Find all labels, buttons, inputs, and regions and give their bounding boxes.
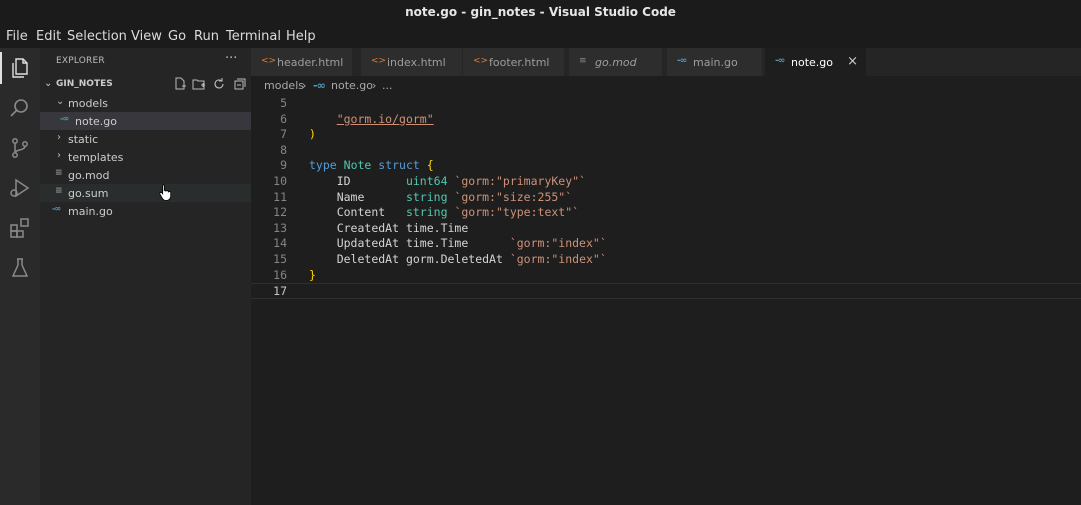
go-icon: -∞ bbox=[313, 79, 326, 92]
code-editor[interactable]: 5 6 "gorm.io/gorm" 7 ) 8 9 type Note str… bbox=[251, 96, 1081, 505]
chevron-down-icon: ⌄ bbox=[44, 78, 53, 89]
go-file-icon: -∞ bbox=[60, 114, 69, 123]
project-name: GIN_NOTES bbox=[56, 79, 113, 89]
explorer-header: EXPLORER bbox=[56, 56, 105, 66]
code-line: 11 Name string `gorm:"size:255"` bbox=[273, 189, 573, 204]
code-line: 5 bbox=[280, 96, 287, 110]
editor-tab-bar: <> header.html <> index.html <> footer.h… bbox=[251, 48, 1081, 76]
chevron-right-icon: › bbox=[57, 132, 61, 143]
mod-icon: ≡ bbox=[579, 56, 587, 66]
tree-folder-templates[interactable]: › templates bbox=[40, 148, 251, 166]
menu-view[interactable]: View bbox=[131, 29, 162, 44]
run-debug-icon[interactable] bbox=[8, 176, 32, 200]
chevron-right-icon: › bbox=[302, 79, 307, 92]
go-icon: -∞ bbox=[677, 56, 687, 66]
code-line: 10 ID uint64 `gorm:"primaryKey"` bbox=[273, 174, 586, 188]
breadcrumb-symbol[interactable]: ... bbox=[382, 79, 393, 92]
explorer-sidebar: EXPLORER ··· ⌄ GIN_NOTES ⌄ models -∞ not… bbox=[40, 48, 251, 505]
html-icon: <> bbox=[371, 56, 387, 66]
project-section-header[interactable]: ⌄ GIN_NOTES bbox=[40, 76, 251, 94]
chevron-down-icon: ⌄ bbox=[56, 96, 65, 107]
code-line: 6 "gorm.io/gorm" bbox=[280, 111, 434, 126]
explorer-icon[interactable] bbox=[0, 52, 32, 84]
tree-file-main-go[interactable]: -∞ main.go bbox=[40, 202, 251, 220]
title-bar: note.go - gin_notes - Visual Studio Code bbox=[0, 0, 1081, 26]
explorer-more-button[interactable]: ··· bbox=[225, 51, 237, 66]
tree-folder-static[interactable]: › static bbox=[40, 130, 251, 148]
tree-file-note-go[interactable]: -∞ note.go bbox=[40, 112, 251, 130]
menu-run[interactable]: Run bbox=[194, 29, 219, 44]
breadcrumb-folder[interactable]: models bbox=[264, 79, 304, 92]
search-icon[interactable] bbox=[8, 96, 32, 120]
html-icon: <> bbox=[261, 56, 277, 66]
sum-file-icon: ≡ bbox=[55, 186, 62, 196]
activity-bar bbox=[0, 48, 40, 505]
collapse-all-icon[interactable] bbox=[232, 77, 246, 91]
tab-index-html[interactable]: <> index.html bbox=[361, 48, 463, 76]
code-line: 15 DeletedAt gorm.DeletedAt `gorm:"index… bbox=[273, 252, 607, 266]
hand-cursor-icon bbox=[158, 183, 174, 201]
tab-go-mod[interactable]: ≡ go.mod bbox=[569, 48, 663, 76]
menu-bar: File Edit Selection View Go Run Terminal… bbox=[0, 26, 1081, 48]
code-line: 7 ) bbox=[280, 127, 316, 142]
code-line: 14 UpdatedAt time.Time `gorm:"index"` bbox=[273, 236, 607, 251]
code-line: 8 bbox=[280, 142, 287, 157]
code-line: 13 CreatedAt time.Time bbox=[273, 220, 469, 235]
menu-edit[interactable]: Edit bbox=[36, 29, 61, 44]
menu-file[interactable]: File bbox=[6, 29, 28, 44]
source-control-icon[interactable] bbox=[8, 136, 32, 160]
code-line: 9 type Note struct { bbox=[280, 158, 434, 173]
tree-folder-models[interactable]: ⌄ models bbox=[40, 94, 251, 112]
testing-flask-icon[interactable] bbox=[8, 256, 32, 280]
go-file-icon: -∞ bbox=[52, 204, 61, 213]
new-file-icon[interactable] bbox=[173, 77, 187, 91]
tree-file-go-mod[interactable]: ≡ go.mod bbox=[40, 166, 251, 184]
tab-footer-html[interactable]: <> footer.html bbox=[463, 48, 565, 76]
tab-note-go[interactable]: -∞ note.go × bbox=[765, 48, 867, 76]
tree-file-go-sum[interactable]: ≡ go.sum bbox=[40, 184, 251, 202]
mod-file-icon: ≡ bbox=[55, 168, 62, 178]
go-icon: -∞ bbox=[775, 56, 785, 66]
code-line: 16 } bbox=[273, 267, 316, 282]
html-icon: <> bbox=[473, 56, 489, 66]
close-icon[interactable]: × bbox=[847, 54, 858, 69]
breadcrumb-file[interactable]: note.go bbox=[331, 79, 373, 92]
menu-terminal[interactable]: Terminal bbox=[226, 29, 281, 44]
window-title: note.go - gin_notes - Visual Studio Code bbox=[405, 5, 676, 19]
breadcrumb: models › -∞ note.go › ... bbox=[251, 76, 1081, 96]
chevron-right-icon: › bbox=[372, 79, 377, 92]
tab-main-go[interactable]: -∞ main.go bbox=[667, 48, 763, 76]
refresh-icon[interactable] bbox=[212, 77, 226, 91]
code-line-current: 17 bbox=[251, 283, 1081, 299]
tab-header-html[interactable]: <> header.html bbox=[251, 48, 353, 76]
menu-help[interactable]: Help bbox=[286, 29, 316, 44]
extensions-icon[interactable] bbox=[8, 216, 32, 240]
new-folder-icon[interactable] bbox=[192, 77, 206, 91]
menu-go[interactable]: Go bbox=[168, 29, 186, 44]
chevron-right-icon: › bbox=[57, 150, 61, 161]
menu-selection[interactable]: Selection bbox=[67, 29, 127, 44]
code-line: 12 Content string `gorm:"type:text"` bbox=[273, 205, 580, 220]
